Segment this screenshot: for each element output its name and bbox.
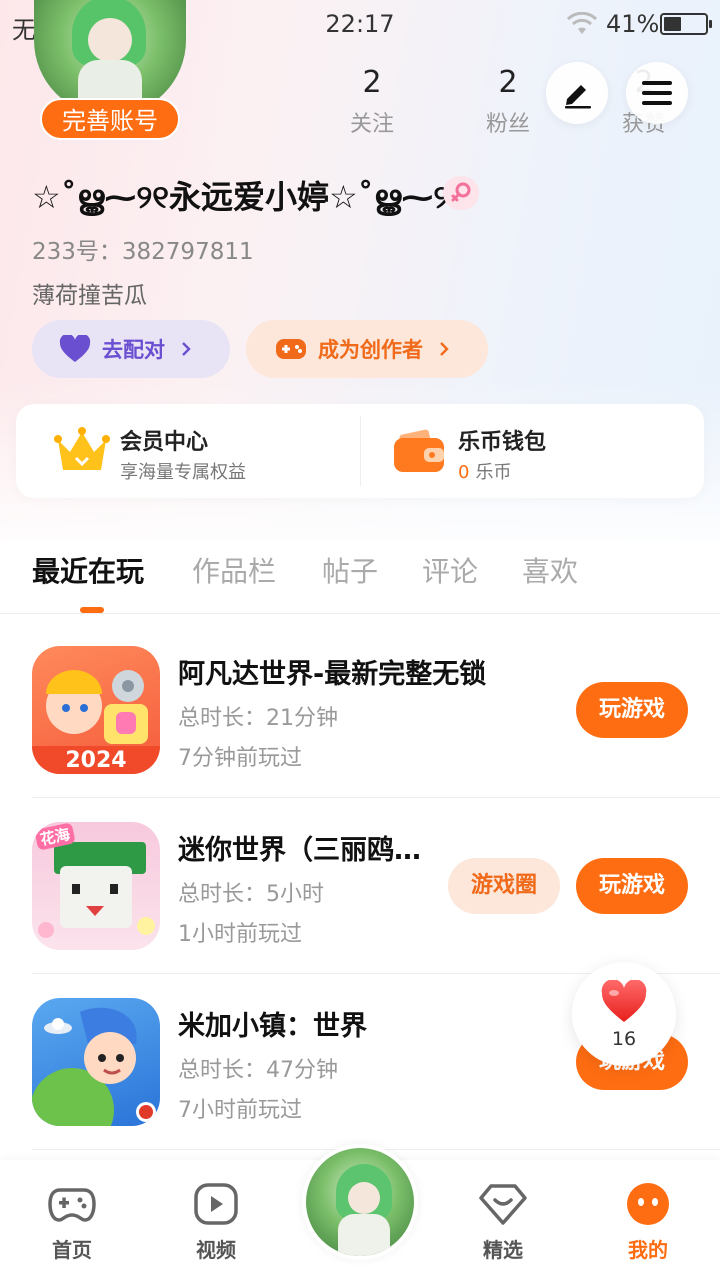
heart-icon [601, 980, 647, 1022]
chevron-right-icon [440, 342, 449, 356]
battery-percent: 41% [606, 10, 660, 38]
game-circle-button[interactable]: 游戏圈 [448, 858, 560, 914]
game-last-played: 7分钟前玩过 [178, 746, 302, 771]
stat-following[interactable]: 2 关注 [322, 64, 422, 138]
game-name: 阿凡达世界-最新完整无锁 [178, 659, 487, 690]
nav-picks[interactable]: 精选 [448, 1160, 558, 1280]
like-count: 16 [611, 1028, 637, 1050]
game-name: 迷你世界（三丽鸥… [178, 835, 421, 866]
perfect-account-button[interactable]: 完善账号 [40, 98, 180, 140]
wallet-title: 乐币钱包 [458, 430, 547, 455]
pencil-icon [565, 85, 591, 109]
game-duration: 总时长：21分钟 [178, 706, 338, 731]
play-icon [194, 1183, 238, 1225]
gamepad-icon [48, 1188, 96, 1222]
game-name: 米加小镇：世界 [178, 1011, 367, 1042]
wallet-unit: 乐币 [475, 462, 512, 483]
nav-picks-label: 精选 [483, 1238, 523, 1262]
tab-posts[interactable]: 帖子 [322, 550, 378, 590]
match-label: 去配对 [102, 338, 165, 362]
list-item[interactable]: 花海 迷你世界（三丽鸥… 总时长：5小时 1小时前玩过 游戏圈 玩游戏 [0, 798, 720, 974]
gem-heart-icon [479, 1184, 527, 1225]
nav-video[interactable]: 视频 [161, 1160, 271, 1280]
game-icon-miga-town[interactable] [32, 998, 160, 1126]
fans-count: 2 [498, 65, 518, 100]
menu-icon [642, 81, 672, 105]
crown-icon [54, 427, 110, 470]
play-game-button[interactable]: 玩游戏 [576, 682, 688, 738]
nav-mine-label: 我的 [628, 1238, 668, 1262]
game-icon-label: 2024 [65, 748, 127, 773]
gender-female-icon [443, 176, 479, 210]
edit-profile-button[interactable] [546, 62, 608, 124]
match-button[interactable]: 去配对 [32, 320, 230, 378]
nickname: ☆˚ൠ⁓୨୧永远爱小婷☆˚ൠ⁓୨ [32, 178, 450, 216]
game-last-played: 1小时前玩过 [178, 922, 302, 947]
active-tab-indicator [80, 607, 104, 613]
profile-tabs: 最近在玩 作品栏 帖子 评论 喜欢 [0, 540, 720, 614]
creator-label: 成为创作者 [318, 338, 423, 362]
game-last-played: 7小时前玩过 [178, 1098, 302, 1123]
game-icon-avatar-world[interactable]: 2024 [32, 646, 160, 774]
following-count: 2 [362, 65, 382, 100]
battery-icon [660, 13, 712, 35]
gamepad-icon [274, 334, 308, 364]
vip-subtitle: 享海量专属权益 [120, 462, 246, 483]
play-game-button[interactable]: 玩游戏 [576, 858, 688, 914]
nav-center-avatar[interactable] [302, 1144, 418, 1260]
game-icon-mini-world[interactable]: 花海 [32, 822, 160, 950]
game-duration: 总时长：5小时 [178, 882, 324, 907]
wallet-icon [394, 429, 444, 472]
become-creator-button[interactable]: 成为创作者 [246, 320, 488, 378]
menu-button[interactable] [626, 62, 688, 124]
wallet-balance: 0 乐币 [458, 458, 511, 484]
user-id: 233号：382797811 [32, 239, 254, 265]
card-divider [360, 416, 361, 486]
vip-center-entry[interactable]: 会员中心 享海量专属权益 [54, 404, 354, 498]
tab-works[interactable]: 作品栏 [192, 550, 276, 590]
tab-recently-played[interactable]: 最近在玩 [32, 550, 144, 590]
vip-title: 会员中心 [120, 430, 209, 455]
user-bio: 薄荷撞苦瓜 [32, 283, 147, 309]
nav-home-label: 首页 [52, 1238, 92, 1262]
fans-label: 粉丝 [485, 112, 530, 137]
following-label: 关注 [349, 112, 394, 137]
chevron-right-icon [182, 342, 191, 356]
wallet-entry[interactable]: 乐币钱包 0 乐币 [392, 404, 692, 498]
heart-icon [58, 334, 92, 364]
nav-mine[interactable]: 我的 [593, 1160, 703, 1280]
stat-fans[interactable]: 2 粉丝 [458, 64, 558, 138]
wifi-icon [566, 12, 598, 34]
nav-home[interactable]: 首页 [17, 1160, 127, 1280]
face-icon [627, 1183, 669, 1225]
floating-like-button[interactable]: 16 [572, 962, 676, 1066]
tab-comments[interactable]: 评论 [422, 550, 478, 590]
wallet-amount: 0 [458, 462, 470, 483]
game-duration: 总时长：47分钟 [178, 1058, 338, 1083]
list-item[interactable]: 2024 阿凡达世界-最新完整无锁 总时长：21分钟 7分钟前玩过 玩游戏 [0, 622, 720, 798]
nav-video-label: 视频 [196, 1238, 236, 1262]
tab-likes[interactable]: 喜欢 [522, 550, 578, 590]
member-wallet-card: 会员中心 享海量专属权益 乐币钱包 0 乐币 [16, 404, 704, 498]
